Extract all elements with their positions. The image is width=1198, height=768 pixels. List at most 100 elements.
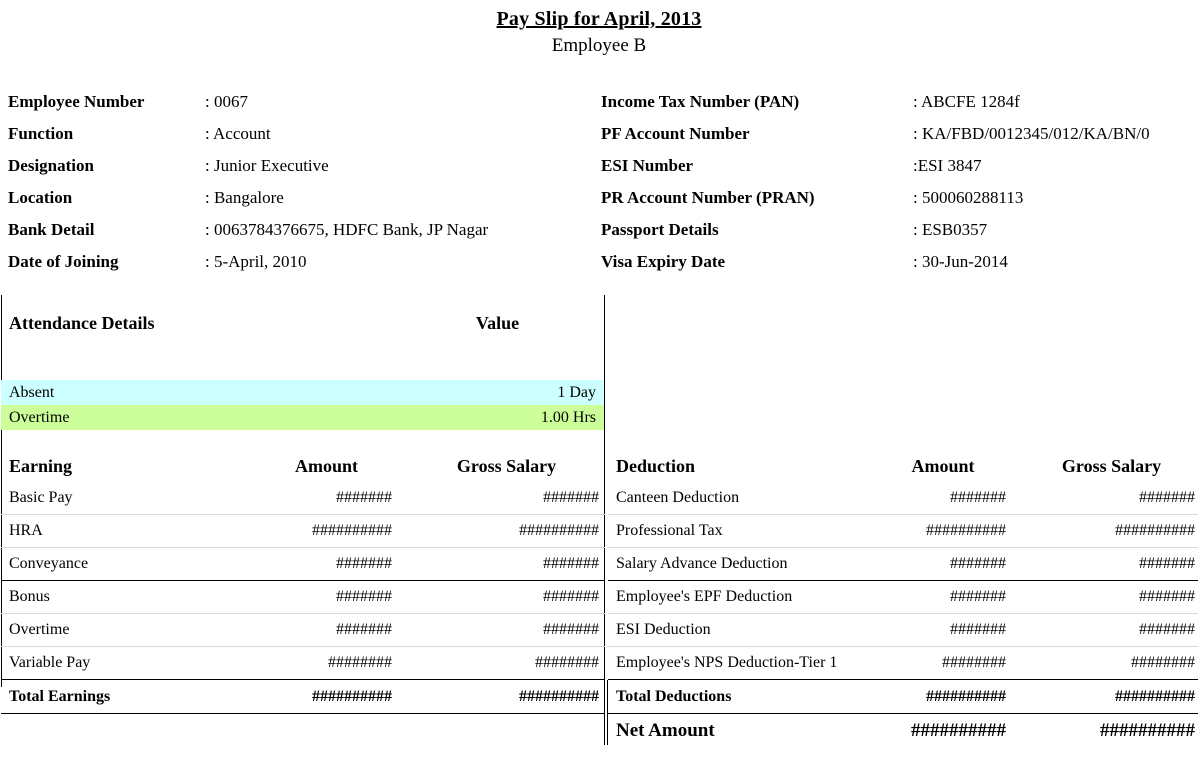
attendance-table: Attendance Details Value Absent 1 Day Ov…	[1, 296, 604, 430]
info-label: Location	[8, 188, 73, 207]
earnings-row-gross: #######	[414, 547, 605, 581]
deductions-row-amount: #######	[858, 613, 1028, 647]
earnings-row-gross: ##########	[414, 514, 605, 548]
info-label: Bank Detail	[8, 220, 95, 239]
earnings-header-earning: Earning	[9, 456, 73, 476]
info-label: Employee Number	[8, 92, 145, 111]
employee-name-subtitle: Employee B	[551, 35, 647, 56]
deductions-row-gross: #######	[1028, 613, 1198, 647]
deductions-row-amount: ##########	[858, 514, 1028, 548]
earnings-row-label: HRA	[1, 514, 239, 548]
info-row-employee-number: Employee Number : 0067	[8, 86, 598, 118]
earnings-header-gross-salary: Gross Salary	[456, 456, 557, 476]
info-label: ESI Number	[601, 156, 694, 175]
earnings-row-gross: #######	[414, 613, 605, 647]
net-amount-label: Net Amount	[616, 720, 715, 741]
attendance-row-value: 1 Day	[557, 383, 596, 401]
earnings-row-label: Conveyance	[1, 547, 239, 581]
attendance-row-value: 1.00 Hrs	[540, 408, 596, 426]
deductions-row: Canteen Deduction ####### #######	[608, 482, 1198, 515]
net-amount-gross: ##########	[1100, 720, 1195, 741]
info-label: PR Account Number (PRAN)	[601, 188, 815, 207]
earnings-row-label: Variable Pay	[9, 654, 91, 671]
deductions-header-gross-salary: Gross Salary	[1061, 456, 1162, 476]
earnings-row-gross: ########	[535, 654, 599, 671]
info-row-esi-number: ESI Number :ESI 3847	[598, 150, 1198, 182]
deductions-row-gross: ########	[1131, 654, 1195, 671]
earnings-row-amount: ##########	[239, 514, 414, 548]
net-amount-row: Net Amount ########## ##########	[608, 714, 1198, 749]
info-value: : 0067	[205, 92, 248, 111]
deductions-row-gross: #######	[1028, 547, 1198, 581]
info-value: : Junior Executive	[205, 156, 329, 175]
earnings-row-label: Basic Pay	[1, 482, 239, 515]
salary-breakdown-section: Earning Amount Gross Salary Basic Pay ##…	[0, 451, 1198, 748]
deductions-row-label: ESI Deduction	[608, 613, 858, 647]
earnings-spacer-row	[1, 714, 605, 749]
earnings-header-row: Earning Amount Gross Salary	[1, 451, 605, 482]
info-label: Visa Expiry Date	[601, 252, 726, 271]
info-value: : 0063784376675, HDFC Bank, JP Nagar	[205, 220, 489, 239]
info-row-pf-account-number: PF Account Number : KA/FBD/0012345/012/K…	[598, 118, 1198, 150]
deductions-header-deduction: Deduction	[616, 456, 696, 476]
deductions-row: Employee's NPS Deduction-Tier 1 ########…	[608, 647, 1198, 680]
attendance-header-label: Attendance Details	[9, 313, 155, 333]
info-value: : 500060288113	[913, 188, 1024, 207]
info-label: Designation	[8, 156, 94, 175]
info-value: : Account	[205, 124, 271, 143]
deductions-row: Employee's EPF Deduction ####### #######	[608, 580, 1198, 614]
earnings-row: Variable Pay ######## ########	[1, 647, 605, 680]
info-value: : ESB0357	[913, 220, 988, 239]
deductions-row-gross: #######	[1028, 482, 1198, 515]
deductions-header-row: Deduction Amount Gross Salary	[608, 451, 1198, 482]
deductions-total-row: Total Deductions ########## ##########	[608, 679, 1198, 714]
earnings-row-gross: #######	[414, 482, 605, 515]
info-value: : 5-April, 2010	[205, 252, 307, 271]
info-value: : ABCFE 1284f	[913, 92, 1020, 111]
earnings-spacer-cell	[239, 714, 414, 749]
deductions-row: ESI Deduction ####### #######	[608, 613, 1198, 647]
attendance-header-row: Attendance Details Value	[1, 296, 604, 380]
deductions-row-amount: #######	[858, 482, 1028, 515]
earnings-row-label: Bonus	[1, 580, 239, 614]
deductions-row-label: Canteen Deduction	[608, 482, 858, 515]
earnings-header-amount: Amount	[294, 456, 358, 476]
info-row-bank-detail: Bank Detail : 0063784376675, HDFC Bank, …	[8, 214, 598, 246]
deductions-row: Salary Advance Deduction ####### #######	[608, 547, 1198, 581]
deductions-row: Professional Tax ########## ##########	[608, 514, 1198, 548]
earnings-row: Conveyance ####### #######	[1, 547, 605, 581]
earnings-spacer-cell	[414, 714, 605, 749]
info-row-income-tax-number: Income Tax Number (PAN) : ABCFE 1284f	[598, 86, 1198, 118]
deductions-row-gross: ##########	[1028, 514, 1198, 548]
info-label: Income Tax Number (PAN)	[601, 92, 800, 111]
earnings-row: HRA ########## ##########	[1, 514, 605, 548]
attendance-row-label: Overtime	[9, 408, 70, 426]
earnings-row: Bonus ####### #######	[1, 580, 605, 614]
deductions-row-gross: #######	[1028, 580, 1198, 614]
earnings-row-gross: #######	[414, 580, 605, 614]
deductions-total-amount: ##########	[858, 679, 1028, 714]
deductions-row-label: Salary Advance Deduction	[608, 547, 858, 581]
earnings-row-amount: #######	[239, 547, 414, 581]
deductions-row-label: Employee's NPS Deduction-Tier 1	[616, 654, 838, 671]
info-value: : 30-Jun-2014	[913, 252, 1008, 271]
info-label: Passport Details	[601, 220, 719, 239]
earnings-total-row: Total Earnings ########## ##########	[1, 679, 605, 714]
earnings-row: Basic Pay ####### #######	[1, 482, 605, 515]
attendance-row-overtime: Overtime 1.00 Hrs	[1, 405, 604, 430]
earnings-row-amount: #######	[239, 580, 414, 614]
earnings-spacer-cell	[1, 714, 239, 749]
deductions-row-amount: #######	[858, 547, 1028, 581]
info-value: :ESI 3847	[913, 156, 982, 175]
info-row-visa-expiry-date: Visa Expiry Date : 30-Jun-2014	[598, 246, 1198, 278]
info-row-pr-account-number: PR Account Number (PRAN) : 500060288113	[598, 182, 1198, 214]
deductions-total-label: Total Deductions	[608, 679, 858, 714]
info-row-function: Function : Account	[8, 118, 598, 150]
earnings-table: Earning Amount Gross Salary Basic Pay ##…	[1, 451, 605, 748]
deductions-row-amount: ########	[942, 654, 1006, 671]
info-value: : Bangalore	[205, 188, 284, 207]
employee-info-section: Employee Number : 0067 Function : Accoun…	[0, 86, 1198, 278]
attendance-header-value: Value	[475, 313, 520, 333]
deductions-row-label: Employee's EPF Deduction	[608, 580, 858, 614]
earnings-total-amount: ##########	[239, 679, 414, 714]
